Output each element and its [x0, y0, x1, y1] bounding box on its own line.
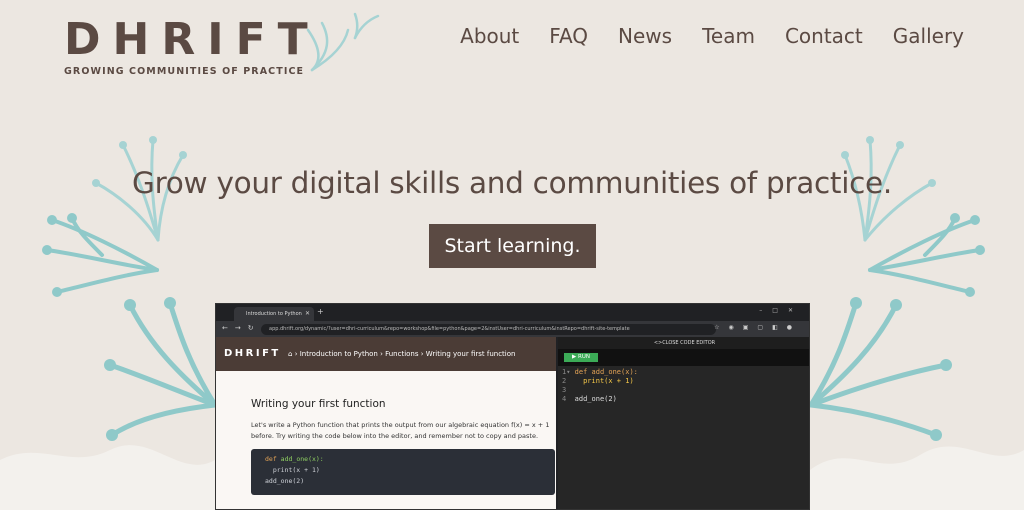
nav-faq[interactable]: FAQ: [549, 24, 588, 48]
editor-code: 1▾ def add_one(x): 2 print(x + 1) 3 4 ad…: [562, 368, 638, 403]
breadcrumb-text: › Introduction to Python › Functions › W…: [294, 350, 516, 358]
line-number: 3: [562, 386, 567, 394]
line-number: 2: [562, 377, 567, 385]
url-field: app.dhrift.org/dynamic/?user=dhri-curric…: [261, 324, 716, 335]
app-preview-screenshot: Introduction to Python ✕ + –□✕ ←→↻ app.d…: [215, 303, 810, 510]
lesson-paragraph: Let's write a Python function that print…: [251, 421, 550, 440]
code-editor-panel: <>CLOSE CODE EDITOR ▶ RUN 1▾ def add_one…: [558, 337, 809, 509]
run-button: ▶ RUN: [564, 353, 598, 362]
breadcrumb: ⌂ › Introduction to Python › Functions ›…: [288, 350, 515, 358]
nav-team[interactable]: Team: [702, 24, 755, 48]
browser-address-bar: ←→↻ app.dhrift.org/dynamic/?user=dhri-cu…: [216, 321, 809, 337]
hero-title: Grow your digital skills and communities…: [132, 166, 892, 200]
nav-about[interactable]: About: [460, 24, 519, 48]
lesson-page: DHRIFT ⌂ › Introduction to Python › Func…: [216, 337, 556, 509]
browser-tabstrip: Introduction to Python ✕ + –□✕: [216, 304, 809, 321]
nav-contact[interactable]: Contact: [785, 24, 863, 48]
extension-icons: ☆◉▣▢◧●: [714, 324, 801, 331]
logo[interactable]: DHRIFT: [64, 16, 320, 64]
lesson-title: Writing your first function: [251, 398, 386, 410]
new-tab-icon: +: [317, 307, 324, 316]
close-editor-label: CLOSE CODE EDITOR: [662, 340, 716, 346]
code-line-3: add_one(2): [265, 477, 305, 485]
dandelion-decoration-right-low: [808, 297, 952, 441]
code-line-2: print(x + 1): [265, 466, 320, 474]
dandelion-decoration-left-mid: [42, 213, 159, 297]
chevrons-icon: <>: [653, 340, 663, 346]
brand[interactable]: DHRIFT GROWING COMMUNITIES OF PRACTICE: [64, 16, 320, 78]
dandelion-decoration-right-mid: [868, 213, 985, 297]
close-code-editor: <>CLOSE CODE EDITOR: [558, 337, 809, 349]
nav-news[interactable]: News: [618, 24, 672, 48]
dandelion-decoration-left-low: [104, 297, 218, 441]
tagline: GROWING COMMUNITIES OF PRACTICE: [64, 66, 305, 77]
editor-line-2: print(x + 1): [574, 377, 634, 385]
tab-title: Introduction to Python: [246, 311, 302, 317]
tab-close-icon: ✕: [304, 310, 310, 317]
lesson-logo: DHRIFT: [224, 348, 281, 359]
lesson-header: DHRIFT ⌂ › Introduction to Python › Func…: [216, 337, 556, 371]
browser-tab: Introduction to Python ✕: [234, 307, 314, 321]
window-controls-icon: –□✕: [759, 307, 803, 314]
line-number: 4: [562, 395, 567, 403]
browser-nav-icons: ←→↻: [222, 324, 261, 332]
nav-gallery[interactable]: Gallery: [893, 24, 964, 48]
code-line-1: add_one(x):: [280, 455, 324, 463]
editor-line-4: add_one(2): [574, 395, 617, 403]
run-label: RUN: [578, 354, 590, 360]
start-learning-button[interactable]: Start learning.: [429, 224, 596, 268]
editor-line-1: def add_one(x):: [574, 368, 638, 376]
main-nav: About FAQ News Team Contact Gallery: [460, 24, 964, 48]
lesson-code-block: def add_one(x): print(x + 1) add_one(2): [251, 449, 555, 495]
home-icon: ⌂: [288, 350, 293, 358]
editor-toolbar: ▶ RUN: [558, 349, 809, 366]
